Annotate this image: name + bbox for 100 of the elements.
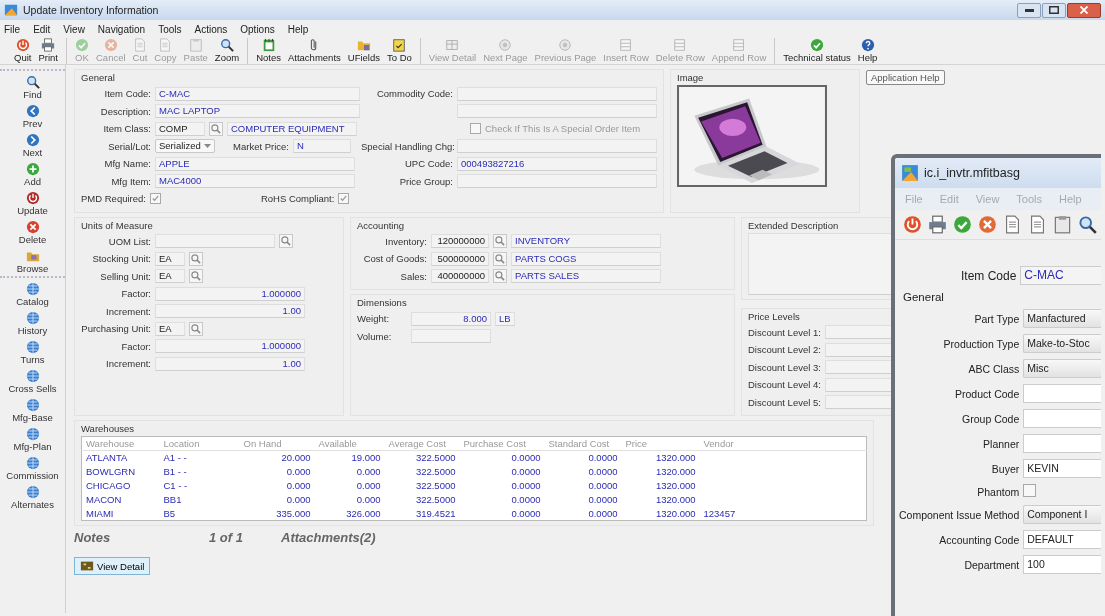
text-field[interactable]: COMPUTER EQUIPMENT <box>227 121 357 136</box>
text-field[interactable]: 1.00 <box>155 304 305 319</box>
text-field[interactable]: C-MAC <box>1020 266 1101 285</box>
text-field[interactable]: PARTS COGS <box>511 251 661 266</box>
section-title: Image <box>677 72 704 83</box>
lookup-button[interactable] <box>493 269 507 284</box>
text-field[interactable] <box>1023 409 1101 428</box>
menu-item[interactable]: Tools <box>158 23 182 35</box>
toolbar-button[interactable]: Technical status <box>780 38 854 64</box>
menu-item[interactable]: File <box>4 23 21 35</box>
dropdown[interactable]: Serialized <box>155 139 215 154</box>
close-button[interactable] <box>1067 2 1101 18</box>
checkbox[interactable] <box>1023 484 1037 497</box>
text-field[interactable]: 1.00 <box>155 356 305 371</box>
sidebar-button[interactable]: Delete <box>2 220 63 245</box>
globe-icon <box>25 485 40 499</box>
menu-item[interactable]: Help <box>287 23 309 35</box>
lookup-button[interactable] <box>189 251 203 266</box>
view-detail-button[interactable]: View Detail <box>74 557 151 575</box>
text-field[interactable]: 000493827216 <box>457 156 657 171</box>
text-field[interactable]: LB <box>495 311 515 326</box>
text-field[interactable] <box>1023 434 1101 453</box>
text-field[interactable]: DEFAULT <box>1023 530 1101 549</box>
toolbar-button[interactable]: Notes <box>253 38 284 64</box>
sidebar-button[interactable]: Update <box>2 191 63 216</box>
dropdown[interactable]: Make-to-Stoc <box>1023 334 1101 353</box>
minimize-button[interactable] <box>1017 2 1041 18</box>
text-field[interactable]: 1.000000 <box>155 286 305 301</box>
text-field[interactable]: N <box>293 139 351 154</box>
sidebar-button[interactable]: Add <box>2 162 63 187</box>
text-field[interactable]: MAC4000 <box>155 174 355 189</box>
toolbar-button[interactable]: Attachments <box>284 38 344 64</box>
text-field[interactable]: APPLE <box>155 156 355 171</box>
menu-item[interactable]: Options <box>240 23 275 35</box>
toolbar-button[interactable]: Print <box>35 38 61 64</box>
checkbox[interactable] <box>470 123 481 135</box>
checkbox[interactable] <box>338 193 350 205</box>
toolbar-button[interactable]: UFields <box>344 38 383 64</box>
menu-item[interactable]: View <box>63 23 85 35</box>
menu-item[interactable]: Navigation <box>97 23 146 35</box>
sidebar-button[interactable]: Alternates <box>2 485 63 510</box>
sidebar-button[interactable]: Find <box>2 75 63 100</box>
table-icon <box>445 38 460 52</box>
sidebar-button[interactable]: Mfg-Base <box>2 398 63 423</box>
attachments-label[interactable]: Attachments(2) <box>281 530 376 545</box>
toolbar-button[interactable] <box>1078 215 1097 234</box>
text-field[interactable]: 120000000 <box>431 234 489 249</box>
toolbar-button[interactable]: To Do <box>384 38 415 64</box>
text-field[interactable]: 1.000000 <box>155 339 305 354</box>
text-field[interactable]: INVENTORY <box>511 234 661 249</box>
sidebar-button[interactable]: Mfg-Plan <box>2 427 63 452</box>
text-field[interactable] <box>457 104 657 119</box>
text-field[interactable]: 100 <box>1023 555 1101 574</box>
text-field[interactable] <box>457 86 657 101</box>
field-label: Special Handling Chg: <box>361 140 453 152</box>
lookup-button[interactable] <box>189 321 203 336</box>
text-field[interactable] <box>1023 384 1101 403</box>
maximize-button[interactable] <box>1042 2 1066 18</box>
menu-item[interactable]: Actions <box>194 23 228 35</box>
toolbar-button[interactable]: Zoom <box>211 38 243 64</box>
dropdown[interactable]: Component I <box>1023 505 1101 524</box>
sidebar-button[interactable]: History <box>2 311 63 336</box>
text-field[interactable]: COMP <box>155 121 205 136</box>
toolbar-button[interactable]: Quit <box>11 38 35 64</box>
lookup-button[interactable] <box>493 234 507 249</box>
lookup-button[interactable] <box>493 251 507 266</box>
sidebar-button[interactable]: Turns <box>2 340 63 365</box>
text-field[interactable]: MAC LAPTOP <box>155 104 360 119</box>
sidebar-button[interactable]: Next <box>2 133 63 158</box>
toolbar-button[interactable] <box>928 215 947 234</box>
field-label: Discount Level 5: <box>748 396 821 408</box>
text-field[interactable] <box>457 139 657 154</box>
text-field[interactable]: EA <box>155 269 185 284</box>
cross-icon <box>978 215 997 234</box>
text-field[interactable]: C-MAC <box>155 86 360 101</box>
sidebar-button[interactable]: Browse <box>2 249 63 274</box>
text-field[interactable]: 500000000 <box>431 251 489 266</box>
menu-item[interactable]: Edit <box>33 23 51 35</box>
dropdown[interactable]: Misc <box>1023 359 1101 378</box>
text-field[interactable]: 400000000 <box>431 269 489 284</box>
sidebar-button[interactable]: Commission <box>2 456 63 481</box>
text-field[interactable]: 8.000 <box>411 311 491 326</box>
lookup-button[interactable] <box>279 234 293 249</box>
sidebar-button[interactable]: Catalog <box>2 282 63 307</box>
lookup-button[interactable] <box>209 121 223 136</box>
toolbar-button[interactable]: Help <box>854 38 881 64</box>
text-field[interactable]: EA <box>155 251 185 266</box>
text-field[interactable] <box>457 174 657 189</box>
sidebar-button[interactable]: Prev <box>2 104 63 129</box>
text-field[interactable] <box>411 329 491 344</box>
dropdown[interactable]: Manfactured <box>1023 309 1101 328</box>
text-field[interactable] <box>155 234 275 249</box>
table-cell: 0.0000 <box>544 478 622 493</box>
text-field[interactable]: PARTS SALES <box>511 269 661 284</box>
text-field[interactable]: KEVIN <box>1023 459 1101 478</box>
lookup-button[interactable] <box>189 269 203 284</box>
notes-label: Notes <box>74 530 112 545</box>
sidebar-button[interactable]: Cross Sells <box>2 369 63 394</box>
text-field[interactable]: EA <box>155 321 185 336</box>
checkbox[interactable] <box>149 193 161 205</box>
